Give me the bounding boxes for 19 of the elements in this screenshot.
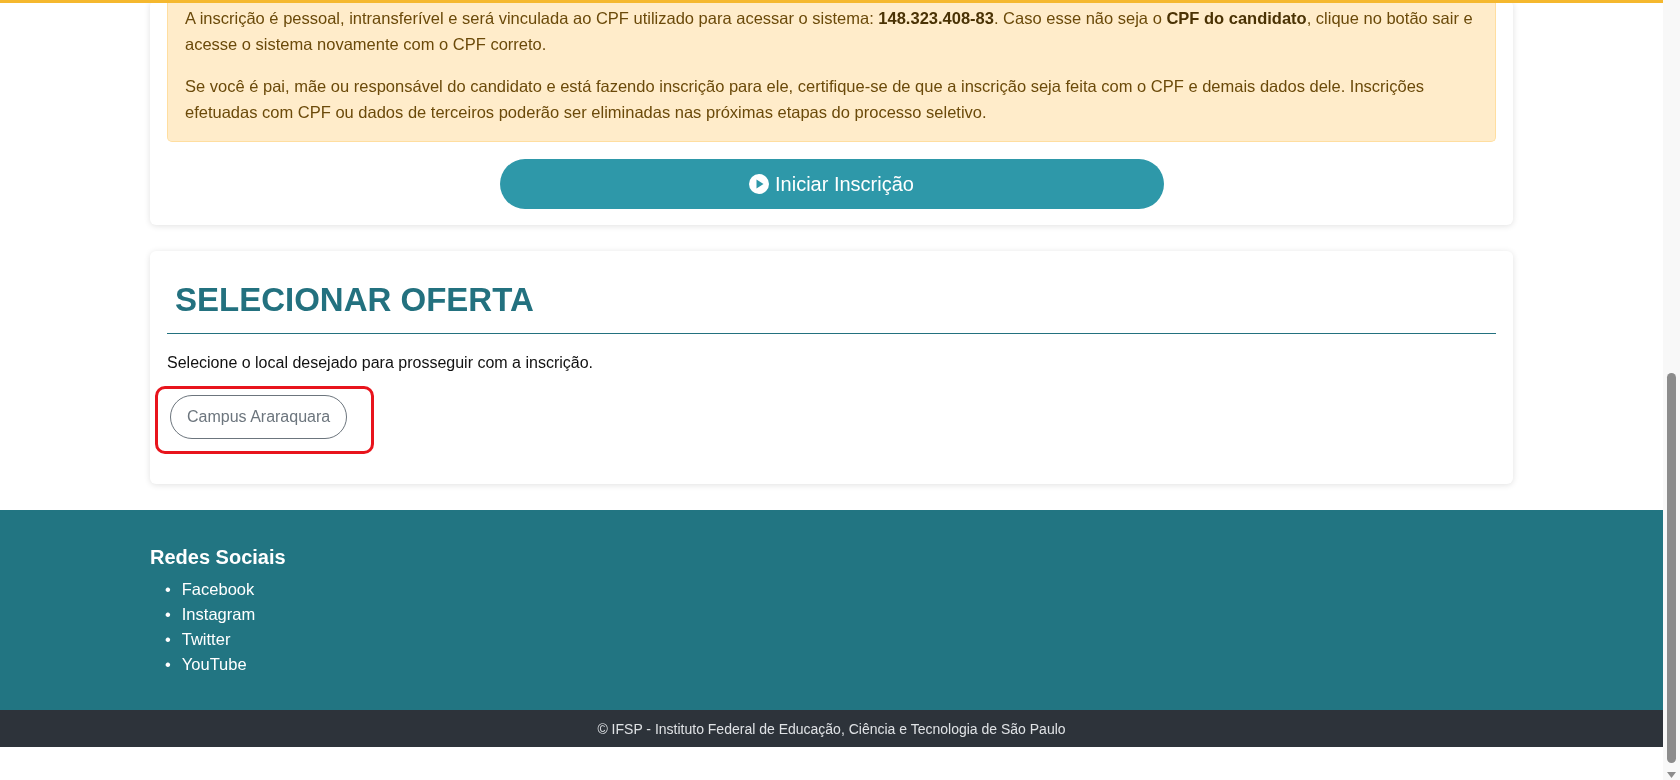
footer-heading: Redes Sociais bbox=[150, 546, 287, 569]
social-link[interactable]: YouTube bbox=[181, 652, 247, 677]
bullet-mark: • bbox=[165, 604, 171, 625]
instruction-text: Selecione o local desejado para prosseguir com a inscrição. bbox=[167, 354, 594, 372]
bullet-mark: • bbox=[165, 579, 171, 600]
bullet-mark: • bbox=[165, 629, 171, 650]
campus-option-button[interactable]: Campus Araraquara bbox=[170, 395, 348, 439]
scroll-down-arrow-icon[interactable] bbox=[1667, 772, 1676, 778]
bullet-mark: • bbox=[165, 654, 171, 675]
social-link[interactable]: Instagram bbox=[181, 602, 256, 627]
social-link[interactable]: Twitter bbox=[181, 627, 231, 652]
start-registration-button[interactable]: Iniciar Inscrição bbox=[499, 159, 1164, 209]
notice-paragraph: A inscrição é pessoal, intransferível e será vinculada ao CPF utilizado para acessar o sistema: 148.323.408-83. Caso esse não seja o CPF do candidato, clique no botão sair e acesse o sistema novamente com o CPF correto. bbox=[185, 8, 1474, 55]
section-heading: SELECIONAR OFERTA bbox=[167, 273, 1496, 334]
notice-paragraph: Se você é pai, mãe ou responsável do candidato e está fazendo inscrição para ele, certifique-se de que a inscrição seja feita com o CPF e demais dados dele. Inscrições efetuadas com CPF ou dados de terceiros poderão ser eliminadas nas próximas etapas do processo seletivo. bbox=[185, 76, 1426, 123]
copyright-text: © IFSP - Instituto Federal de Educação, Ciência e Tecnologia de São Paulo bbox=[597, 720, 1066, 737]
scrollbar-thumb[interactable] bbox=[1667, 373, 1676, 763]
social-link[interactable]: Facebook bbox=[181, 577, 255, 602]
play-circle-icon bbox=[749, 174, 770, 194]
